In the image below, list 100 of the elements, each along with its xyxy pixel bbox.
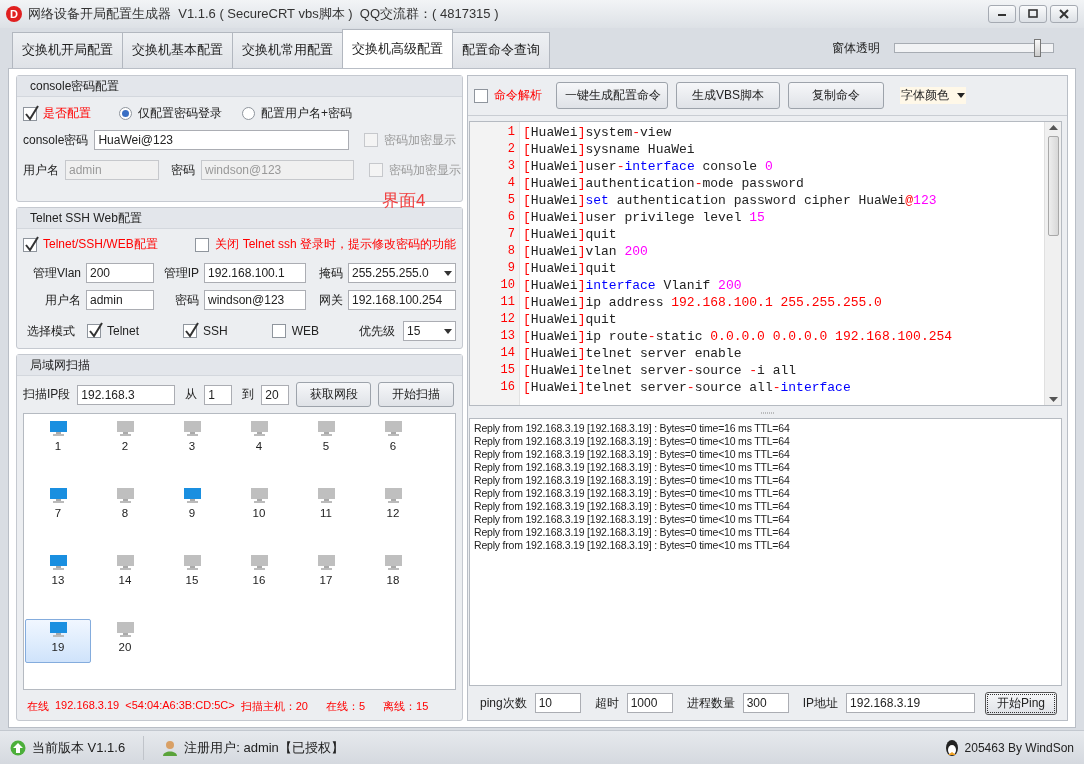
code-line: [HuaWei]user privilege level 15: [523, 210, 766, 227]
host-item[interactable]: 6: [360, 418, 426, 462]
checkbox[interactable]: [195, 237, 210, 252]
status-text: 在线：5: [325, 699, 366, 714]
checkbox[interactable]: [183, 324, 198, 338]
checkbox-label: Telnet/SSH/WEB配置: [43, 236, 158, 253]
status-text: 当前版本 V1.1.6: [32, 738, 126, 757]
button[interactable]: 开始扫描: [378, 382, 455, 407]
status-text: <54:04:A6:3B:CD:5C>: [125, 699, 235, 713]
output-line: Reply from 192.168.3.19 [192.168.3.19] : Bytes=0 time<10 ms TTL=64: [474, 513, 791, 526]
code-line: [HuaWei]system-view: [523, 125, 673, 142]
tab[interactable]: 交换机常用配置: [232, 32, 343, 68]
host-item[interactable]: 16: [226, 552, 292, 596]
scroll-up-icon[interactable]: [1048, 125, 1058, 130]
text-field[interactable]: 192.168.3: [77, 384, 176, 405]
line-number: 6: [506, 210, 516, 226]
host-item[interactable]: 14: [92, 552, 158, 596]
line-number: 9: [506, 261, 516, 277]
host-item[interactable]: 12: [360, 485, 426, 529]
line-number: 12: [499, 312, 516, 328]
button[interactable]: 获取网段: [296, 382, 372, 407]
text-field[interactable]: 1: [204, 384, 233, 405]
checkbox[interactable]: [271, 324, 286, 338]
field-label: 管理Vlan: [31, 264, 81, 282]
text-field[interactable]: 20: [261, 384, 290, 405]
host-item[interactable]: 8: [92, 485, 158, 529]
button[interactable]: 复制命令: [788, 82, 884, 109]
status-text: 扫描主机：20: [240, 699, 308, 714]
dropdown[interactable]: 15: [403, 321, 456, 341]
host-item[interactable]: 15: [159, 552, 225, 596]
text-field[interactable]: 192.168.100.254: [348, 290, 456, 310]
caret-icon: [444, 270, 452, 276]
output-line: Reply from 192.168.3.19 [192.168.3.19] : Bytes=0 time<10 ms TTL=64: [474, 474, 791, 487]
radio-label: 配置用户名+密码: [261, 105, 352, 122]
radio-button[interactable]: [119, 107, 132, 120]
checkbox-label: SSH: [203, 324, 228, 338]
maximize-button[interactable]: [1019, 5, 1047, 23]
user-icon: [162, 739, 179, 756]
slider-thumb[interactable]: [1034, 39, 1042, 57]
text-field[interactable]: admin: [86, 290, 154, 310]
checkbox[interactable]: [474, 88, 488, 103]
group-title: console密码配置: [17, 76, 462, 97]
checkbox[interactable]: [23, 106, 37, 121]
code-line: [HuaWei]ip route-static 0.0.0.0 0.0.0.0 192.168.100.254: [523, 329, 954, 346]
host-item[interactable]: 4: [226, 418, 292, 462]
field-label: console密码: [23, 131, 89, 149]
status-text: 205463 By WindSon: [964, 740, 1074, 755]
tab[interactable]: 交换机开局配置: [12, 32, 123, 68]
status-text: 注册用户: admin【已授权】: [184, 738, 344, 757]
host-item[interactable]: 10: [226, 485, 292, 529]
host-item[interactable]: 18: [360, 552, 426, 596]
caret-icon: [444, 328, 452, 334]
close-icon: [1058, 8, 1070, 20]
text-field[interactable]: 192.168.100.1: [204, 263, 306, 283]
code-line: [HuaWei]authentication-mode password: [523, 176, 805, 193]
text-field[interactable]: 200: [86, 263, 154, 283]
host-item[interactable]: 5: [293, 418, 359, 462]
text-field[interactable]: windson@123: [204, 290, 306, 310]
host-item[interactable]: 19: [25, 619, 91, 663]
tab[interactable]: 交换机基本配置: [122, 32, 233, 68]
field-label: 超时: [594, 694, 619, 712]
line-number: 1: [506, 125, 516, 141]
host-item[interactable]: 11: [293, 485, 359, 529]
text-field[interactable]: 192.168.3.19: [846, 693, 976, 713]
button[interactable]: 开始Ping: [985, 691, 1057, 715]
app-logo: D: [6, 6, 22, 22]
scrollbar-thumb[interactable]: [1047, 136, 1059, 236]
host-item[interactable]: 3: [159, 418, 225, 462]
host-item[interactable]: 1: [25, 418, 91, 462]
host-item[interactable]: 7: [25, 485, 91, 529]
code-line: [HuaWei]quit: [523, 261, 618, 278]
checkbox-label: 命令解析: [494, 87, 542, 104]
output-line: Reply from 192.168.3.19 [192.168.3.19] : Bytes=0 time<10 ms TTL=64: [474, 435, 791, 448]
text-field[interactable]: 1000: [626, 693, 673, 713]
button[interactable]: 一键生成配置命令: [556, 82, 668, 109]
host-item[interactable]: 9: [159, 485, 225, 529]
checkbox[interactable]: [23, 237, 37, 252]
code-line: [HuaWei]quit: [523, 227, 618, 244]
minimize-button[interactable]: [988, 5, 1016, 23]
close-button[interactable]: [1050, 5, 1078, 23]
button[interactable]: 生成VBS脚本: [676, 82, 780, 109]
output-line: Reply from 192.168.3.19 [192.168.3.19] : Bytes=0 time<10 ms TTL=64: [474, 448, 791, 461]
tab[interactable]: 交换机高级配置: [342, 29, 453, 68]
status-text: 离线：15: [383, 699, 429, 714]
checkbox[interactable]: [87, 324, 101, 338]
dropdown[interactable]: 255.255.255.0: [348, 263, 456, 283]
radio-button[interactable]: [242, 107, 255, 120]
font-color-dropdown[interactable]: 字体颜色: [900, 87, 966, 104]
scroll-down-icon[interactable]: [1048, 397, 1058, 402]
checkbox-label: 密码加密显示: [384, 131, 456, 149]
text-field[interactable]: HuaWei@123: [94, 130, 349, 150]
host-item[interactable]: 17: [293, 552, 359, 596]
text-field[interactable]: 10: [534, 693, 581, 713]
host-item[interactable]: 20: [92, 619, 158, 663]
line-number: 7: [506, 227, 516, 243]
tab[interactable]: 配置命令查询: [452, 32, 550, 68]
window-title: 网络设备开局配置生成器 V1.1.6 ( SecureCRT vbs脚本 ) QQ交流群：( 4817315 ): [28, 5, 500, 23]
text-field[interactable]: 300: [742, 693, 789, 713]
host-item[interactable]: 13: [25, 552, 91, 596]
host-item[interactable]: 2: [92, 418, 158, 462]
